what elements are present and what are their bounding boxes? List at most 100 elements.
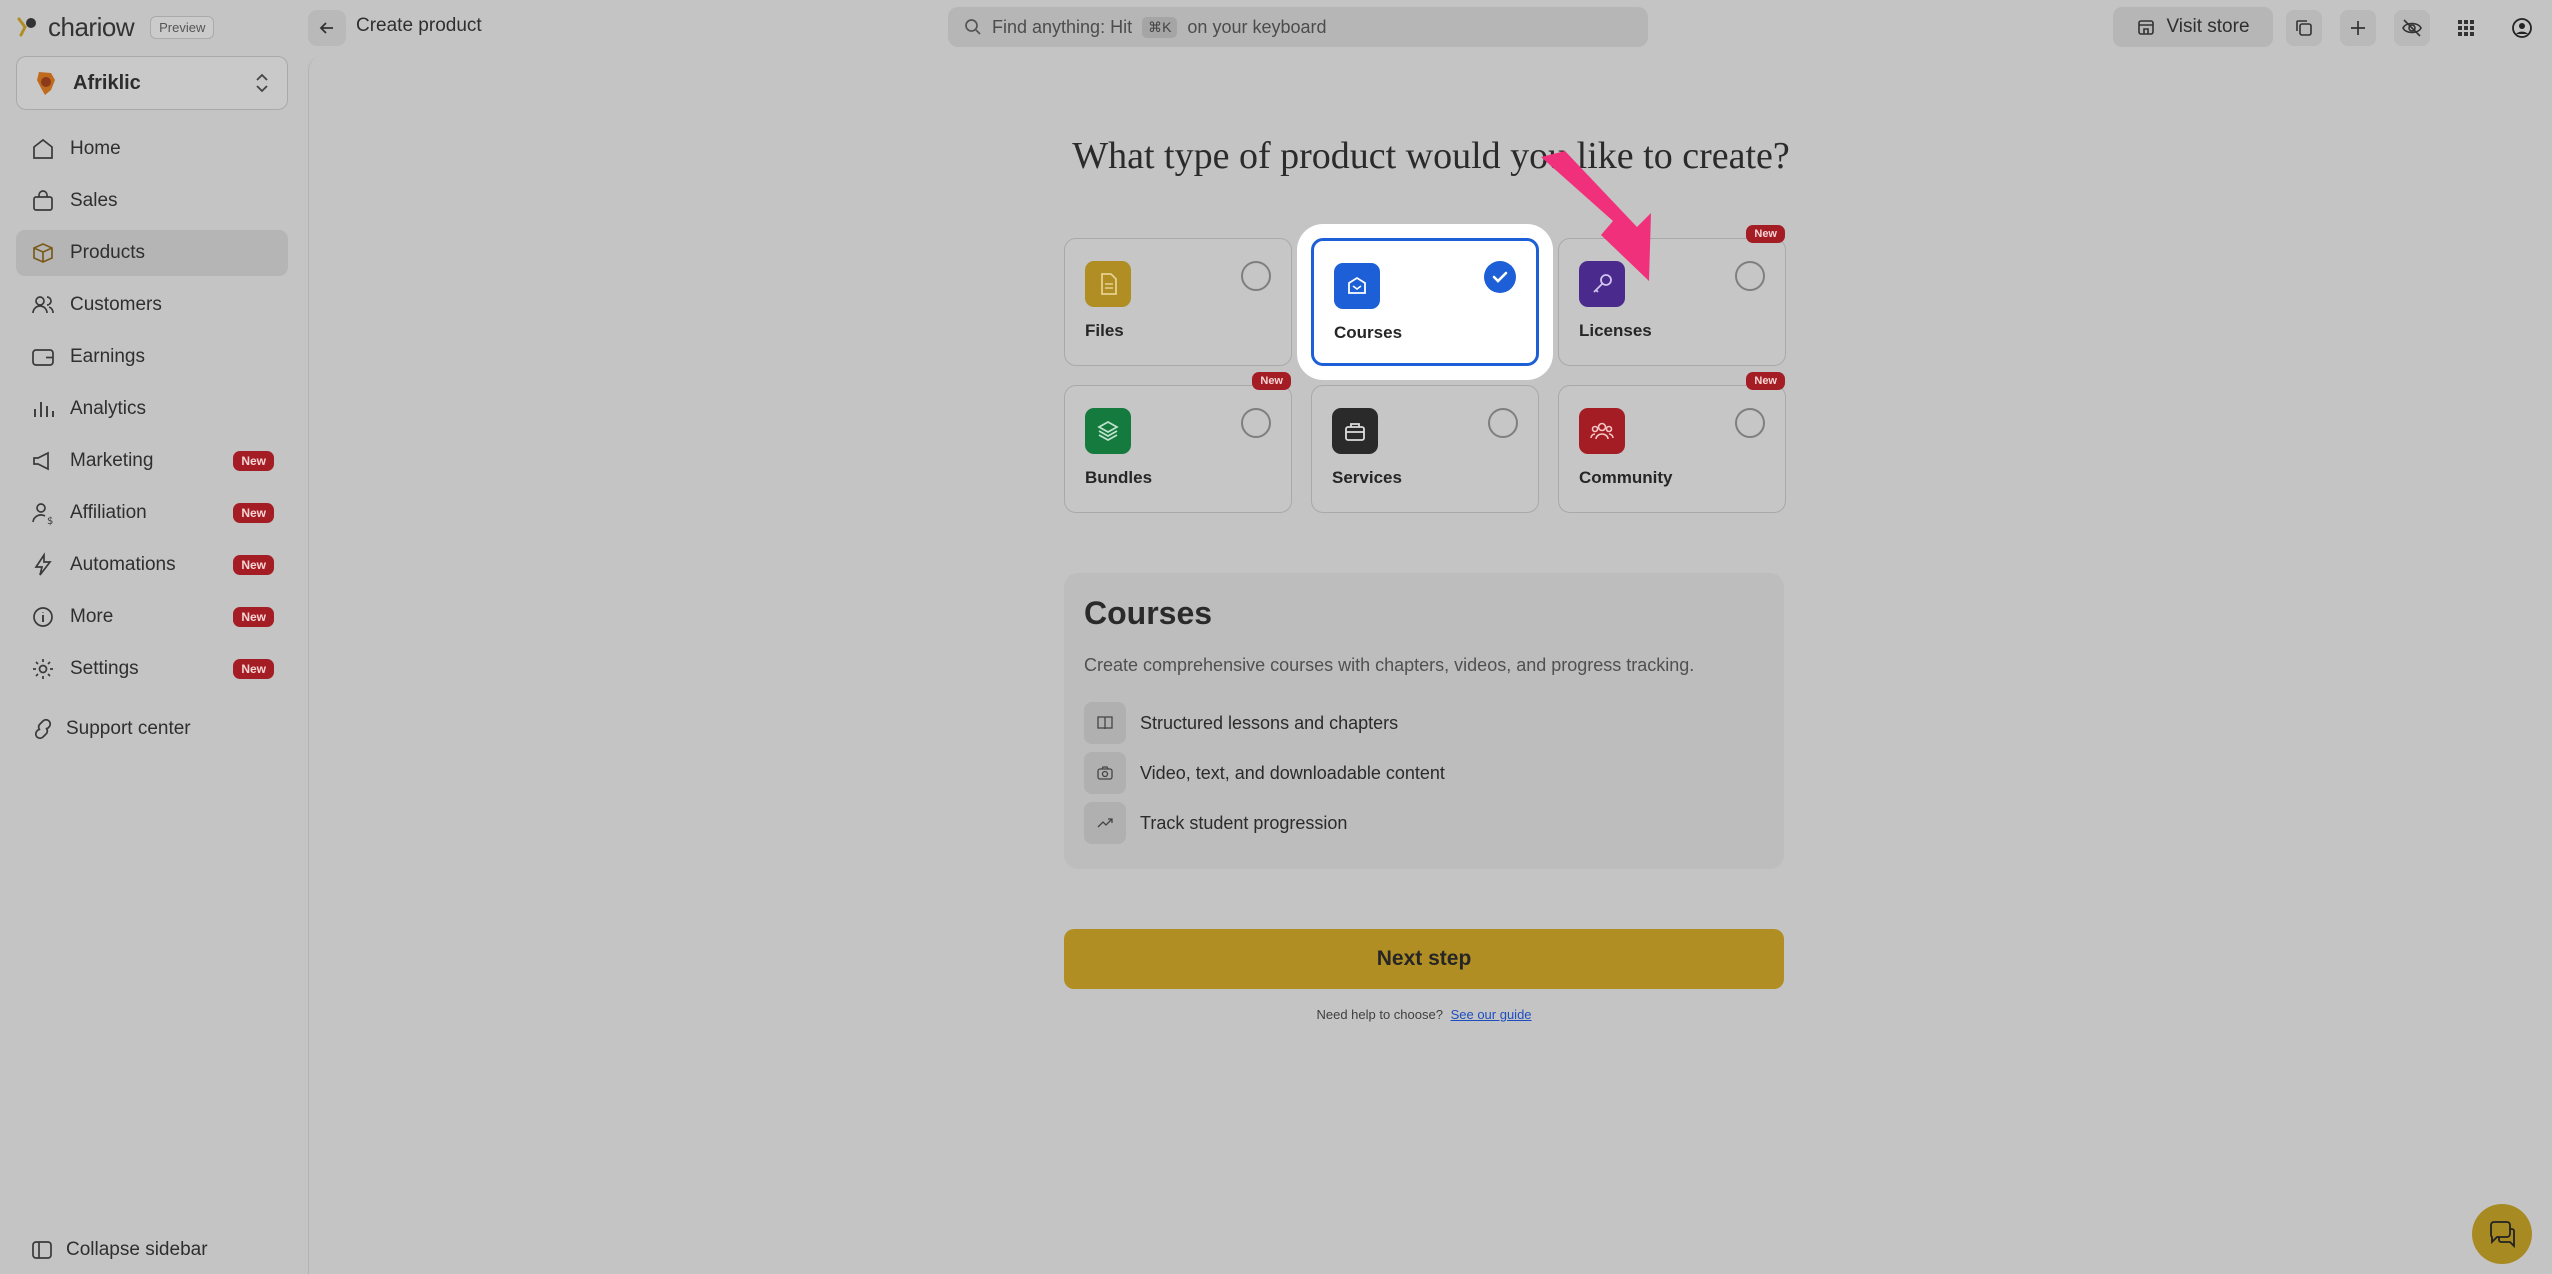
briefcase-icon <box>1332 408 1378 454</box>
info-title: Courses <box>1084 595 1213 631</box>
sidebar-item-label: Earnings <box>70 346 145 367</box>
new-badge: New <box>233 659 274 679</box>
sidebar-item-label: Products <box>70 242 145 263</box>
new-badge: New <box>1746 372 1785 390</box>
svg-text:$: $ <box>47 516 53 526</box>
sidebar-item-affiliation[interactable]: $ Affiliation New <box>16 490 288 536</box>
chain-link-icon <box>34 718 52 740</box>
page-title: Create product <box>356 15 482 36</box>
sidebar-item-label: Analytics <box>70 398 147 419</box>
product-type-info-panel: Courses Create comprehensive courses wit… <box>1064 573 1784 869</box>
feature-item: Track student progression <box>1084 801 1347 845</box>
product-type-label: Services <box>1332 468 1402 487</box>
product-type-radio[interactable] <box>1735 261 1765 291</box>
sidebar-item-analytics[interactable]: Analytics <box>16 386 288 432</box>
community-icon <box>1579 408 1625 454</box>
sidebar-item-label: Automations <box>70 554 176 575</box>
product-type-label: Bundles <box>1085 468 1153 487</box>
sidebar-item-label: Sales <box>70 190 118 211</box>
preview-tag: Preview <box>150 15 215 39</box>
check-icon[interactable] <box>1484 261 1516 293</box>
course-icon <box>1334 263 1380 309</box>
help-question: Need help to choose? <box>1316 1007 1443 1022</box>
product-type-radio[interactable] <box>1488 408 1518 438</box>
shopping-bag-icon <box>33 190 53 211</box>
product-type-services[interactable]: Services <box>1311 385 1539 513</box>
sidebar-item-label: Marketing <box>70 450 154 471</box>
grid-icon <box>2458 20 2474 36</box>
home-icon <box>33 138 53 159</box>
storefront-icon <box>2138 20 2155 35</box>
new-badge: New <box>233 451 274 471</box>
product-type-label: Files <box>1085 321 1124 340</box>
visit-store-button[interactable]: Visit store <box>2113 7 2273 47</box>
create-button[interactable] <box>2340 10 2376 46</box>
sidebar-item-label: Affiliation <box>70 502 147 523</box>
support-center-label: Support center <box>66 718 191 739</box>
megaphone-icon <box>33 451 49 471</box>
search-input[interactable]: Find anything: Hit ⌘K on your keyboard <box>948 7 1648 47</box>
store-avatar <box>37 72 55 95</box>
feature-item: Video, text, and downloadable content <box>1084 751 1445 795</box>
layers-icon <box>1085 408 1131 454</box>
question-heading: What type of product would you like to c… <box>1072 135 1790 177</box>
info-description: Create comprehensive courses with chapte… <box>1084 655 1695 675</box>
hide-values-button[interactable] <box>2394 10 2430 46</box>
eye-off-icon <box>2402 19 2422 37</box>
search-placeholder-suffix: on your keyboard <box>1187 16 1327 37</box>
account-button[interactable] <box>2504 10 2540 46</box>
sidebar-item-earnings[interactable]: Earnings <box>16 334 288 380</box>
sidebar-item-products[interactable]: Products <box>16 230 288 276</box>
sidebar-toggle-icon <box>32 1241 52 1259</box>
sidebar-item-automations[interactable]: Automations New <box>16 542 288 588</box>
product-type-files[interactable]: Files <box>1064 238 1292 366</box>
back-button[interactable] <box>308 10 346 46</box>
support-chat-button[interactable] <box>2472 1204 2532 1264</box>
sidebar-item-customers[interactable]: Customers <box>16 282 288 328</box>
sidebar-item-label: Customers <box>70 294 162 315</box>
product-type-bundles[interactable]: New Bundles <box>1064 372 1292 513</box>
sidebar-item-home[interactable]: Home <box>16 126 288 172</box>
chart-icon <box>34 402 54 417</box>
product-type-label: Licenses <box>1579 321 1652 340</box>
sidebar-item-settings[interactable]: Settings New <box>16 646 288 692</box>
sidebar-nav: Home Sales Products Customers Earnings A… <box>16 126 288 698</box>
sidebar: chariow Preview Afriklic Home Sales Prod… <box>0 0 308 1274</box>
apps-button[interactable] <box>2448 10 2484 46</box>
feature-label: Structured lessons and chapters <box>1140 712 1399 733</box>
file-icon <box>1085 261 1131 307</box>
sidebar-item-label: Settings <box>70 658 139 679</box>
sidebar-item-label: Home <box>70 138 121 159</box>
trend-icon <box>1084 802 1126 844</box>
duplicate-button[interactable] <box>2286 10 2322 46</box>
store-switcher[interactable]: Afriklic <box>16 56 288 110</box>
product-type-courses[interactable]: Courses <box>1311 238 1539 366</box>
sidebar-item-more[interactable]: More New <box>16 594 288 640</box>
new-badge: New <box>1746 225 1785 243</box>
store-name: Afriklic <box>73 71 141 94</box>
support-center-link[interactable]: Support center <box>30 716 191 742</box>
sidebar-item-sales[interactable]: Sales <box>16 178 288 224</box>
box-icon <box>33 243 53 263</box>
chevron-up-down-icon <box>256 73 268 93</box>
see-guide-link[interactable]: See our guide <box>1451 1007 1532 1022</box>
sidebar-item-label: More <box>70 606 114 627</box>
collapse-sidebar-button[interactable]: Collapse sidebar <box>30 1238 208 1262</box>
chat-icon <box>2490 1221 2515 1249</box>
product-type-radio[interactable] <box>1241 261 1271 291</box>
info-icon <box>33 607 53 627</box>
arrow-left-icon <box>319 22 333 34</box>
new-badge: New <box>233 503 274 523</box>
product-type-community[interactable]: New Community <box>1558 372 1786 513</box>
brand[interactable]: chariow Preview <box>16 12 215 42</box>
camera-icon <box>1084 752 1126 794</box>
sidebar-item-marketing[interactable]: Marketing New <box>16 438 288 484</box>
new-badge: New <box>233 607 274 627</box>
product-type-radio[interactable] <box>1735 408 1765 438</box>
feature-label: Video, text, and downloadable content <box>1140 762 1445 783</box>
wallet-icon <box>32 349 54 366</box>
next-step-button[interactable]: Next step <box>1064 929 1784 989</box>
collapse-sidebar-label: Collapse sidebar <box>66 1239 208 1260</box>
product-type-radio[interactable] <box>1241 408 1271 438</box>
gear-icon <box>33 659 53 679</box>
